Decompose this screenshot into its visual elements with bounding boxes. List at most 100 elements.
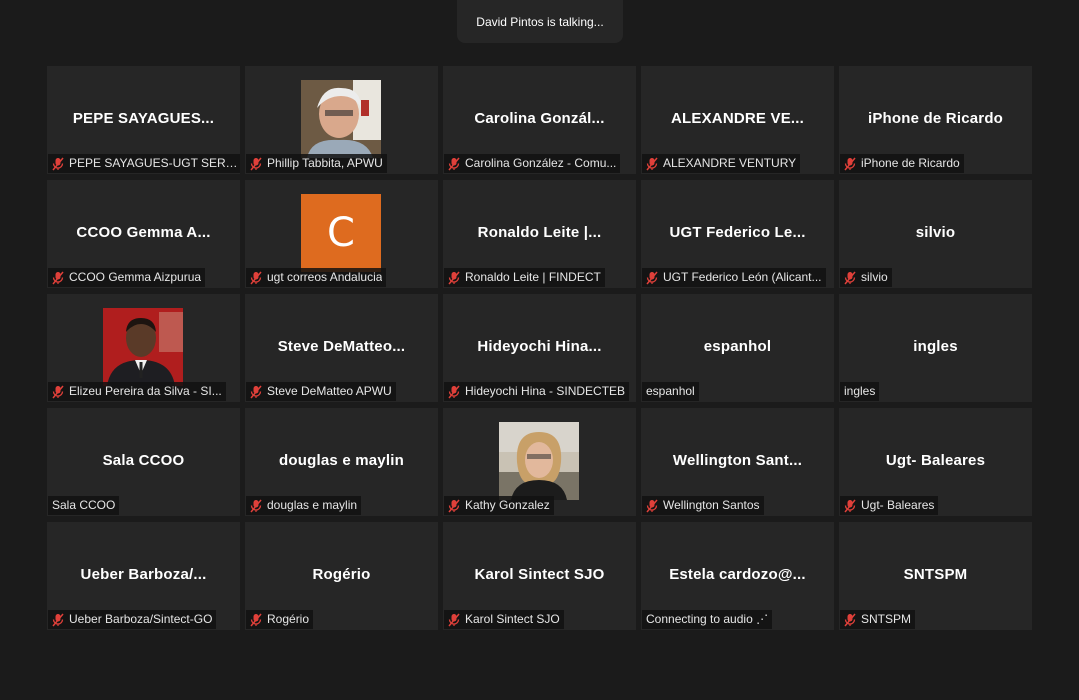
participant-display-name: iPhone de Ricardo — [867, 110, 1004, 127]
participant-name: Hideyochi Hina - SINDECTEB — [465, 384, 626, 398]
participant-name-label: espanhol — [642, 382, 699, 401]
muted-mic-icon — [52, 385, 64, 398]
participant-name: Ugt- Baleares — [861, 498, 935, 512]
participant-tile[interactable]: Rogério Rogério — [245, 522, 438, 630]
muted-mic-icon — [52, 271, 64, 284]
participant-display-name: Karol Sintect SJO — [474, 566, 605, 583]
participant-tile[interactable]: iPhone de Ricardo iPhone de Ricardo — [839, 66, 1032, 174]
participant-name-label: Rogério — [246, 610, 314, 629]
participant-name: Steve DeMatteo APWU — [267, 384, 392, 398]
participant-tile[interactable]: Phillip Tabbita, APWU — [245, 66, 438, 174]
participant-tile[interactable]: CCOO Gemma A... CCOO Gemma Aizpurua — [47, 180, 240, 288]
muted-mic-icon — [250, 157, 262, 170]
connecting-audio-status: Connecting to audio ⋰ — [646, 612, 769, 626]
participant-name: Wellington Santos — [663, 498, 760, 512]
participant-display-name: CCOO Gemma A... — [76, 224, 211, 241]
participant-name-label: Connecting to audio ⋰ — [642, 610, 773, 629]
participant-name: PEPE SAYAGUES-UGT SERV... — [69, 156, 240, 170]
participant-name-label: Ronaldo Leite | FINDECT — [444, 268, 605, 287]
participant-tile[interactable]: Sala CCOO Sala CCOO — [47, 408, 240, 516]
participant-tile[interactable]: C ugt correos Andalucia — [245, 180, 438, 288]
participant-name-label: silvio — [840, 268, 892, 287]
muted-mic-icon — [448, 157, 460, 170]
participant-name-label: ALEXANDRE VENTURY — [642, 154, 801, 173]
muted-mic-icon — [250, 385, 262, 398]
muted-mic-icon — [250, 271, 262, 284]
participant-tile[interactable]: silvio silvio — [839, 180, 1032, 288]
muted-mic-icon — [646, 499, 658, 512]
participant-name: Phillip Tabbita, APWU — [267, 156, 383, 170]
participant-name-label: Carolina González - Comu... — [444, 154, 621, 173]
participant-tile[interactable]: Ugt- Baleares Ugt- Baleares — [839, 408, 1032, 516]
participant-display-name: espanhol — [703, 338, 772, 355]
participant-tile[interactable]: Carolina Gonzál... Carolina González - C… — [443, 66, 636, 174]
participant-name-label: Hideyochi Hina - SINDECTEB — [444, 382, 630, 401]
muted-mic-icon — [250, 613, 262, 626]
participant-display-name: Estela cardozo@... — [669, 566, 806, 583]
participant-display-name: Hideyochi Hina... — [477, 338, 602, 355]
participant-name: CCOO Gemma Aizpurua — [69, 270, 202, 284]
participant-name: ALEXANDRE VENTURY — [663, 156, 797, 170]
participant-name-label: ugt correos Andalucia — [246, 268, 387, 287]
participant-tile[interactable]: Karol Sintect SJO Karol Sintect SJO — [443, 522, 636, 630]
participant-display-name: douglas e maylin — [279, 452, 404, 469]
participant-display-name: Steve DeMatteo... — [277, 338, 406, 355]
participant-name: Kathy Gonzalez — [465, 498, 550, 512]
participant-name-label: Steve DeMatteo APWU — [246, 382, 396, 401]
participant-name: silvio — [861, 270, 888, 284]
participant-name-label: PEPE SAYAGUES-UGT SERV... — [48, 154, 240, 173]
participant-tile[interactable]: espanhol espanhol — [641, 294, 834, 402]
muted-mic-icon — [448, 499, 460, 512]
participant-tile[interactable]: Ueber Barboza/... Ueber Barboza/Sintect-… — [47, 522, 240, 630]
muted-mic-icon — [844, 157, 856, 170]
participant-display-name: silvio — [915, 224, 956, 241]
participant-name: Ueber Barboza/Sintect-GO — [69, 612, 213, 626]
participant-tile[interactable]: Ronaldo Leite |... Ronaldo Leite | FINDE… — [443, 180, 636, 288]
participant-name: UGT Federico León (Alicant... — [663, 270, 822, 284]
muted-mic-icon — [448, 385, 460, 398]
participant-name-label: UGT Federico León (Alicant... — [642, 268, 826, 287]
muted-mic-icon — [646, 157, 658, 170]
participant-name: Elizeu Pereira da Silva - SI... — [69, 384, 222, 398]
muted-mic-icon — [448, 271, 460, 284]
participant-display-name: Ueber Barboza/... — [80, 566, 207, 583]
participant-name-label: ingles — [840, 382, 880, 401]
participant-name-label: Kathy Gonzalez — [444, 496, 554, 515]
participant-display-name: SNTSPM — [903, 566, 968, 583]
participant-display-name: ingles — [913, 338, 958, 355]
participant-tile[interactable]: Steve DeMatteo... Steve DeMatteo APWU — [245, 294, 438, 402]
participant-tile[interactable]: ingles ingles — [839, 294, 1032, 402]
participant-tile[interactable]: UGT Federico Le... UGT Federico León (Al… — [641, 180, 834, 288]
profile-photo-icon — [103, 308, 183, 386]
participant-grid: PEPE SAYAGUES... PEPE SAYAGUES-UGT SERV.… — [47, 66, 1032, 630]
active-speaker-banner: David Pintos is talking... — [457, 0, 623, 43]
participant-name: SNTSPM — [861, 612, 912, 626]
participant-display-name: Ronaldo Leite |... — [477, 224, 602, 241]
participant-display-name: PEPE SAYAGUES... — [72, 110, 215, 127]
participant-tile[interactable]: Kathy Gonzalez — [443, 408, 636, 516]
muted-mic-icon — [250, 499, 262, 512]
participant-tile[interactable]: ALEXANDRE VE... ALEXANDRE VENTURY — [641, 66, 834, 174]
participant-tile[interactable]: PEPE SAYAGUES... PEPE SAYAGUES-UGT SERV.… — [47, 66, 240, 174]
participant-name: douglas e maylin — [267, 498, 358, 512]
participant-tile[interactable]: Elizeu Pereira da Silva - SI... — [47, 294, 240, 402]
participant-tile[interactable]: Hideyochi Hina... Hideyochi Hina - SINDE… — [443, 294, 636, 402]
participant-name-label: Karol Sintect SJO — [444, 610, 564, 629]
participant-name: ugt correos Andalucia — [267, 270, 383, 284]
participant-tile[interactable]: Estela cardozo@... Connecting to audio ⋰ — [641, 522, 834, 630]
participant-name-label: Elizeu Pereira da Silva - SI... — [48, 382, 226, 401]
participant-display-name: Carolina Gonzál... — [474, 110, 605, 127]
participant-tile[interactable]: SNTSPM SNTSPM — [839, 522, 1032, 630]
participant-tile[interactable]: Wellington Sant... Wellington Santos — [641, 408, 834, 516]
participant-display-name: UGT Federico Le... — [669, 224, 806, 241]
participant-display-name: Rogério — [312, 566, 371, 583]
participant-tile[interactable]: douglas e maylin douglas e maylin — [245, 408, 438, 516]
participant-name: espanhol — [646, 384, 695, 398]
participant-name: Sala CCOO — [52, 498, 116, 512]
muted-mic-icon — [448, 613, 460, 626]
muted-mic-icon — [844, 499, 856, 512]
participant-display-name: Ugt- Baleares — [885, 452, 986, 469]
participant-display-name: ALEXANDRE VE... — [670, 110, 805, 127]
participant-name-label: SNTSPM — [840, 610, 916, 629]
participant-name-label: Wellington Santos — [642, 496, 764, 515]
